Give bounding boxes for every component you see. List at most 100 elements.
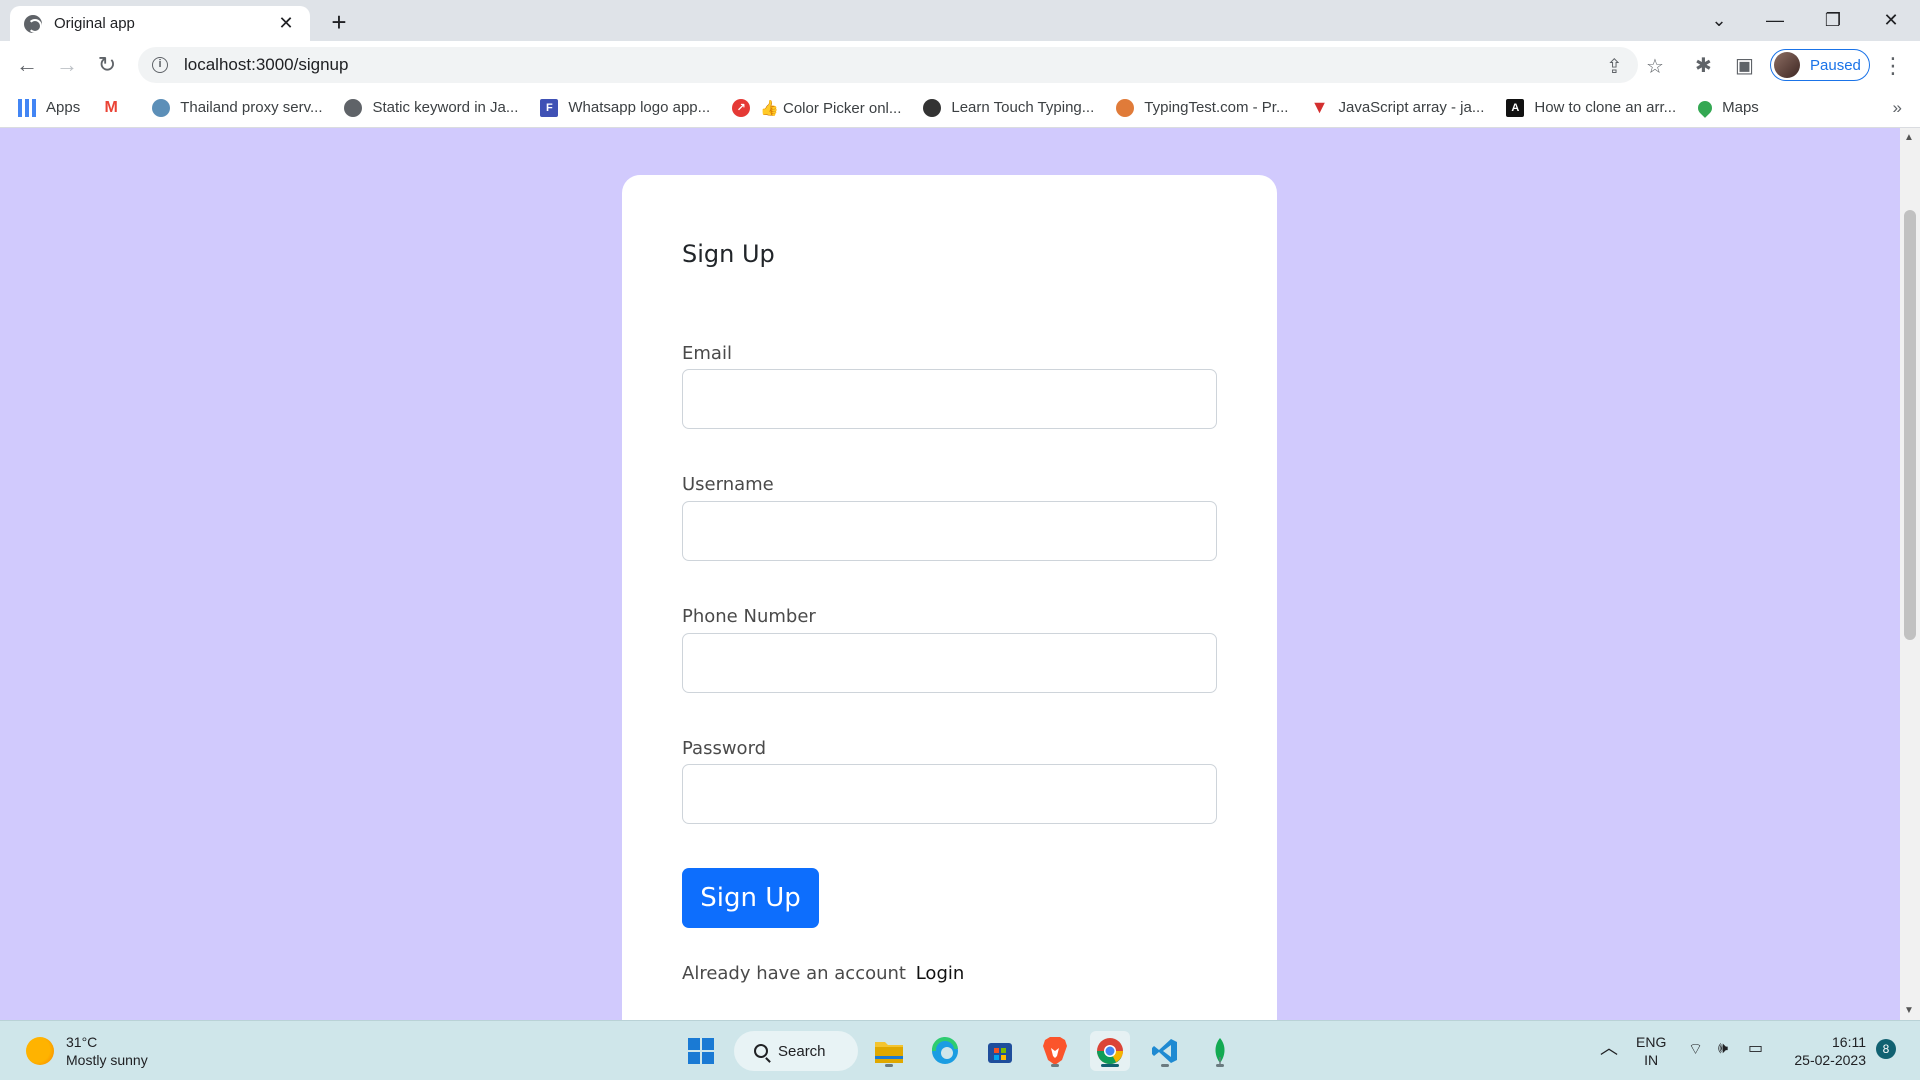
search-icon [754,1044,768,1058]
minimize-button[interactable]: — [1746,0,1804,41]
clock[interactable]: 16:11 25-02-2023 [1786,1033,1866,1069]
file-explorer-button[interactable] [869,1031,909,1071]
back-arrow-icon[interactable]: ← [11,49,43,81]
bookmark-item[interactable]: ▼ JavaScript array - ja... [1310,97,1485,117]
phone-label: Phone Number [682,606,816,627]
vscode-button[interactable] [1145,1031,1185,1071]
scroll-down-arrow-icon[interactable]: ▼ [1904,1005,1914,1016]
bookmarks-bar: Apps M Thailand proxy serv... Static key… [0,88,1920,128]
search-label: Search [778,1042,826,1060]
bookmark-item[interactable]: Static keyword in Ja... [344,98,519,117]
forward-arrow-icon[interactable]: → [51,49,83,81]
vscode-icon [1152,1039,1177,1063]
site-info-icon[interactable]: i [152,57,168,73]
browser-tab-strip: Original app ✕ + ⌄ — ❐ ✕ [0,0,1920,41]
app-running-indicator [885,1064,893,1067]
reload-icon[interactable]: ↻ [91,49,123,81]
page-scrollbar[interactable]: ▲ ▼ [1900,128,1920,1020]
show-hidden-icons-chevron-icon[interactable]: ︿ [1600,1039,1618,1057]
signup-card: Sign Up Email Username Phone Number Pass… [622,175,1277,1020]
bookmark-item[interactable]: Maps [1695,97,1759,118]
scrollbar-thumb[interactable] [1904,210,1916,640]
username-field[interactable] [682,501,1217,561]
edge-icon [931,1036,958,1064]
weather-widget[interactable]: 31°C Mostly sunny [26,1033,148,1069]
profile-status: Paused [1810,56,1861,74]
bookmark-label: JavaScript array - ja... [1338,99,1485,116]
microsoft-store-icon [988,1043,1012,1063]
start-button[interactable] [681,1031,721,1071]
clock-time: 16:11 [1832,1034,1866,1050]
bookmark-item[interactable]: TypingTest.com - Pr... [1116,98,1288,117]
bookmark-gmail[interactable]: M [102,99,130,117]
brave-lion-icon [1043,1037,1067,1065]
formget-icon: F [540,98,559,117]
extensions-puzzle-icon[interactable]: ✱ [1695,53,1712,78]
globe-favicon-icon [24,14,42,33]
side-panel-icon[interactable]: ▣ [1735,53,1754,78]
login-prompt: Already have an account Login [682,963,964,984]
tab-search-chevron-icon[interactable]: ⌄ [1690,0,1748,41]
bookmark-label: Static keyword in Ja... [372,99,519,116]
browser-menu-icon[interactable]: ⋮ [1882,53,1904,79]
bookmark-item[interactable]: Learn Touch Typing... [923,98,1095,117]
more-bookmarks-icon[interactable]: » [1893,98,1902,118]
login-link[interactable]: Login [916,963,965,984]
language-indicator[interactable]: ENG IN [1636,1033,1666,1069]
chrome-button[interactable] [1090,1031,1130,1071]
browser-toolbar: ← → ↻ i localhost:3000/signup ⇪ ☆ ✱ ▣ Pa… [0,41,1920,88]
close-tab-icon[interactable]: ✕ [276,13,296,34]
store-button[interactable] [980,1031,1020,1071]
apps-grid-icon [18,98,36,117]
wifi-icon[interactable]: ⌔ [1688,1041,1703,1059]
email-field[interactable] [682,369,1217,429]
restore-button[interactable]: ❐ [1804,0,1862,41]
partly-sunny-icon [26,1037,54,1065]
chrome-icon [1097,1038,1123,1065]
scroll-up-arrow-icon[interactable]: ▲ [1904,132,1914,143]
bookmark-star-icon[interactable]: ☆ [1646,54,1664,79]
edge-button[interactable] [925,1031,965,1071]
region-code: IN [1644,1052,1659,1068]
signup-button[interactable]: Sign Up [682,868,819,928]
new-tab-button[interactable]: + [325,8,353,36]
notification-badge[interactable]: 8 [1876,1039,1896,1059]
phone-field[interactable] [682,633,1217,693]
taskbar-search[interactable]: Search [734,1031,858,1071]
battery-icon[interactable]: ▭ [1748,1040,1763,1058]
brave-button[interactable] [1035,1031,1075,1071]
app-running-indicator [1216,1064,1224,1067]
bookmark-apps[interactable]: Apps [18,98,81,117]
temperature: 31°C [66,1034,98,1050]
address-bar[interactable]: i localhost:3000/signup ⇪ ☆ [138,47,1664,83]
mongodb-leaf-icon [1215,1038,1225,1064]
bookmark-item[interactable]: A How to clone an arr... [1506,98,1677,117]
tab-title: Original app [54,15,135,32]
address-url[interactable]: localhost:3000/signup [184,55,348,75]
mongodb-compass-button[interactable] [1200,1031,1240,1071]
close-window-button[interactable]: ✕ [1862,0,1920,41]
browser-tab[interactable]: Original app ✕ [10,6,310,41]
globe-avatar-icon [152,98,171,117]
bookmark-label: Whatsapp logo app... [568,99,711,116]
language-code: ENG [1636,1034,1667,1050]
volume-icon[interactable]: 🕪 [1718,1040,1728,1058]
bookmark-label: How to clone an arr... [1534,99,1677,116]
password-field[interactable] [682,764,1217,824]
bookmark-label: Learn Touch Typing... [951,99,1095,116]
bookmark-label: Maps [1722,99,1759,116]
bookmark-item[interactable]: F Whatsapp logo app... [540,98,711,117]
color-picker-icon: ↗ [732,98,751,117]
typingtest-icon [1116,98,1135,117]
clock-date: 25-02-2023 [1794,1052,1866,1068]
maps-pin-icon [1695,97,1716,118]
email-label: Email [682,343,732,364]
gmail-icon: M [104,98,118,116]
share-icon[interactable]: ⇪ [1606,54,1623,79]
bookmark-item[interactable]: Thailand proxy serv... [152,98,322,117]
app-running-indicator [1051,1064,1059,1067]
bookmark-label: 👍 Color Picker onl... [760,99,902,117]
bookmark-item[interactable]: ↗ 👍 Color Picker onl... [732,98,902,117]
bookmark-label: Apps [46,99,81,116]
profile-button[interactable]: Paused [1770,49,1870,81]
